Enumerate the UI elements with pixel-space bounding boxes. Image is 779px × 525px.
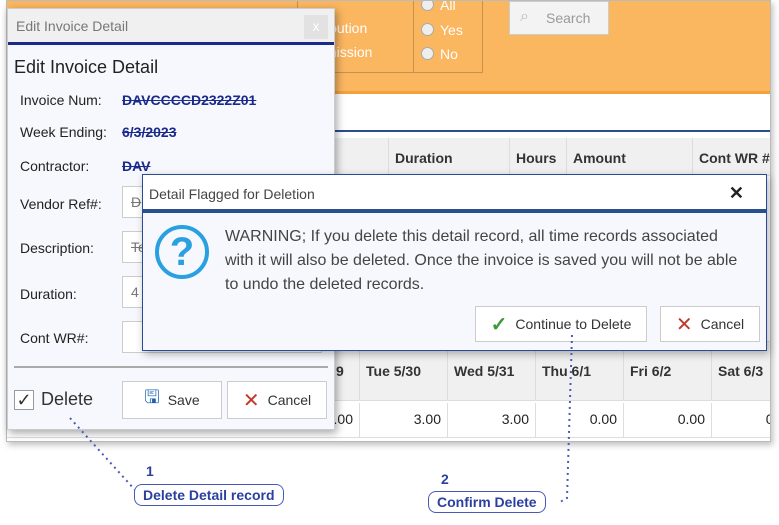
callout-leaders bbox=[69, 334, 573, 503]
callout-number: 1 bbox=[146, 463, 154, 479]
callout-delete-detail: Delete Detail record bbox=[134, 484, 284, 506]
callout-number: 2 bbox=[441, 471, 449, 487]
callout-confirm-delete: Confirm Delete bbox=[428, 491, 546, 513]
